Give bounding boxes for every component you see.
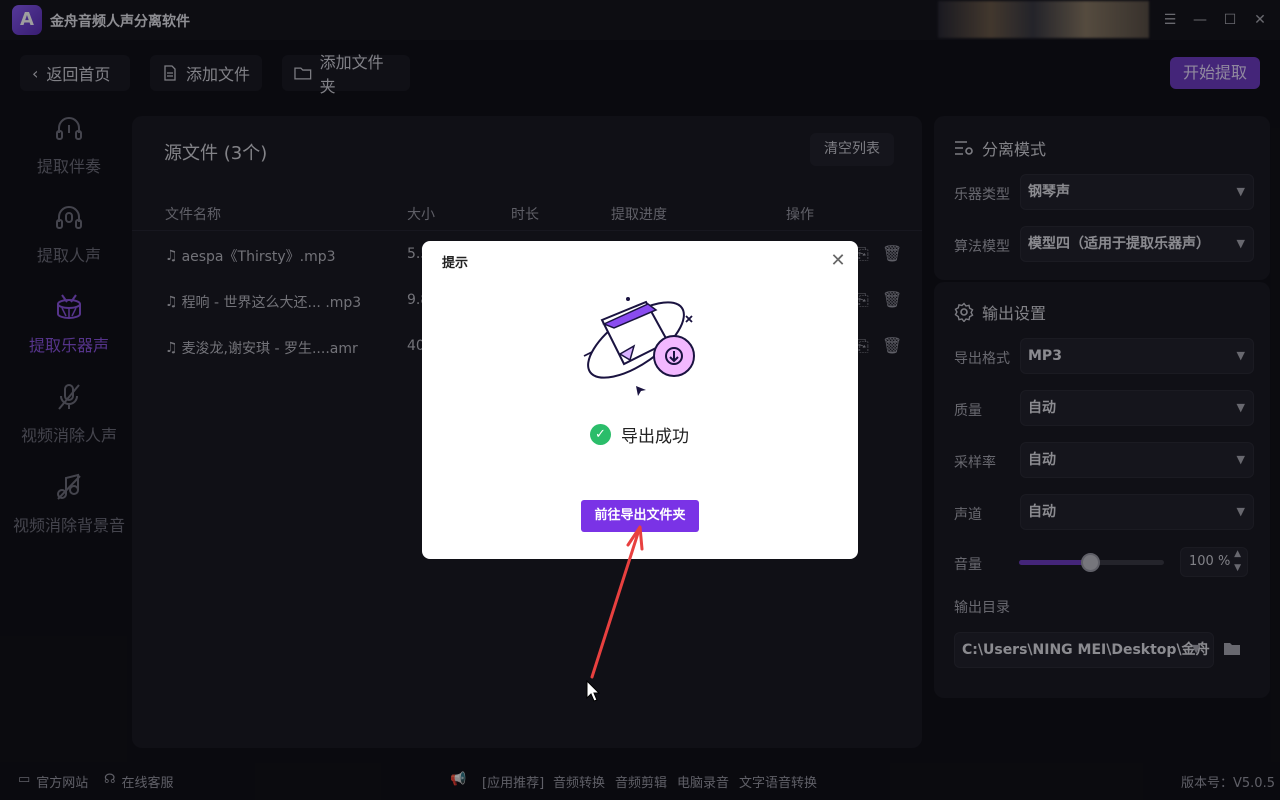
close-icon[interactable]: ✕	[828, 251, 848, 271]
mouse-cursor-icon	[586, 680, 600, 702]
success-text: 导出成功	[621, 427, 689, 447]
folder-export-illustration	[583, 297, 695, 396]
annotation-arrow-icon	[590, 525, 644, 679]
dialog-title: 提示	[442, 256, 469, 271]
success-message: ✓ 导出成功	[590, 422, 689, 447]
check-circle-icon: ✓	[590, 424, 611, 445]
